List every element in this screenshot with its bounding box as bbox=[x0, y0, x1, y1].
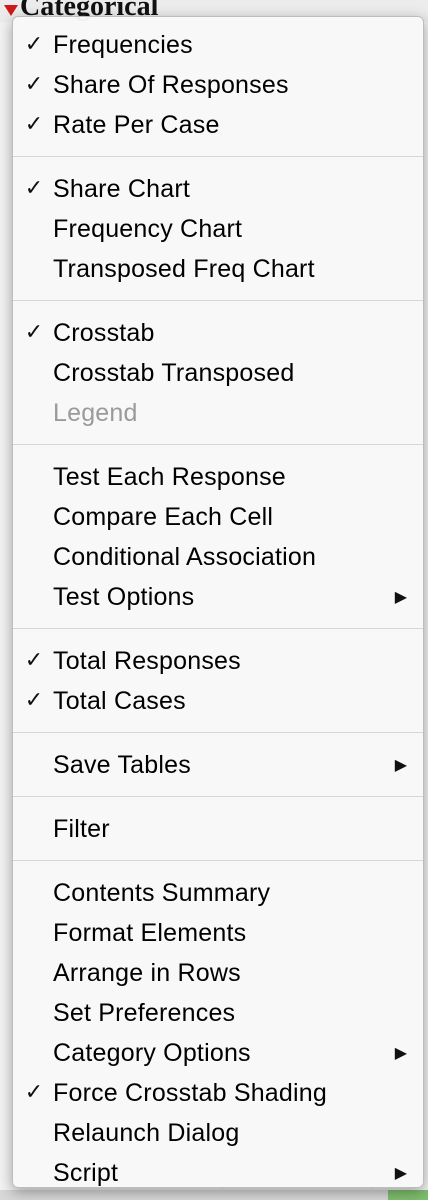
menu-item-contents-summary[interactable]: Contents Summary bbox=[13, 873, 423, 913]
menu-item-label: Filter bbox=[53, 815, 110, 843]
checkmark-icon: ✓ bbox=[24, 32, 44, 57]
menu-separator bbox=[13, 145, 423, 169]
context-menu: ✓ Frequencies ✓ Share Of Responses ✓ Rate Per… bbox=[12, 16, 424, 1188]
submenu-arrow-icon: ▶ bbox=[394, 587, 407, 606]
menu-item-script[interactable]: Script ▶ bbox=[13, 1153, 423, 1193]
menu-item-legend: Legend bbox=[13, 393, 423, 433]
menu-item-set-preferences[interactable]: Set Preferences bbox=[13, 993, 423, 1033]
menu-item-label: Rate Per Case bbox=[53, 111, 220, 139]
menu-separator bbox=[13, 433, 423, 457]
menu-item-compare-each-cell[interactable]: Compare Each Cell bbox=[13, 497, 423, 537]
menu-item-label: Category Options bbox=[53, 1039, 251, 1067]
menu-item-label: Set Preferences bbox=[53, 999, 236, 1027]
menu-item-frequencies[interactable]: ✓ Frequencies bbox=[13, 25, 423, 65]
menu-item-share-of-responses[interactable]: ✓ Share Of Responses bbox=[13, 65, 423, 105]
menu-separator bbox=[13, 849, 423, 873]
checkmark-icon: ✓ bbox=[24, 176, 44, 201]
menu-item-label: Save Tables bbox=[53, 751, 191, 779]
menu-item-test-each-response[interactable]: Test Each Response bbox=[13, 457, 423, 497]
menu-item-transposed-freq-chart[interactable]: Transposed Freq Chart bbox=[13, 249, 423, 289]
menu-item-label: Share Of Responses bbox=[53, 71, 289, 99]
menu-item-label: Crosstab Transposed bbox=[53, 359, 295, 387]
menu-item-total-cases[interactable]: ✓ Total Cases bbox=[13, 681, 423, 721]
menu-item-share-chart[interactable]: ✓ Share Chart bbox=[13, 169, 423, 209]
menu-separator bbox=[13, 721, 423, 745]
checkmark-icon: ✓ bbox=[24, 1080, 44, 1105]
menu-separator bbox=[13, 289, 423, 313]
menu-item-label: Total Cases bbox=[53, 687, 186, 715]
menu-item-label: Conditional Association bbox=[53, 543, 317, 571]
menu-item-label: Test Options bbox=[53, 583, 195, 611]
menu-item-label: Format Elements bbox=[53, 919, 247, 947]
menu-item-label: Contents Summary bbox=[53, 879, 271, 907]
menu-item-crosstab[interactable]: ✓ Crosstab bbox=[13, 313, 423, 353]
checkmark-icon: ✓ bbox=[24, 320, 44, 345]
menu-separator bbox=[13, 785, 423, 809]
submenu-arrow-icon: ▶ bbox=[394, 755, 407, 774]
menu-item-rate-per-case[interactable]: ✓ Rate Per Case bbox=[13, 105, 423, 145]
menu-item-test-options[interactable]: Test Options ▶ bbox=[13, 577, 423, 617]
menu-item-arrange-in-rows[interactable]: Arrange in Rows bbox=[13, 953, 423, 993]
menu-item-label: Arrange in Rows bbox=[53, 959, 241, 987]
menu-item-crosstab-transposed[interactable]: Crosstab Transposed bbox=[13, 353, 423, 393]
menu-item-label: Crosstab bbox=[53, 319, 155, 347]
menu-item-frequency-chart[interactable]: Frequency Chart bbox=[13, 209, 423, 249]
submenu-arrow-icon: ▶ bbox=[394, 1163, 407, 1182]
menu-item-label: Legend bbox=[53, 399, 138, 427]
menu-item-label: Compare Each Cell bbox=[53, 503, 274, 531]
menu-item-label: Transposed Freq Chart bbox=[53, 255, 315, 283]
menu-item-label: Frequency Chart bbox=[53, 215, 243, 243]
menu-item-total-responses[interactable]: ✓ Total Responses bbox=[13, 641, 423, 681]
disclosure-triangle-icon[interactable] bbox=[4, 5, 18, 16]
checkmark-icon: ✓ bbox=[24, 72, 44, 97]
menu-item-relaunch-dialog[interactable]: Relaunch Dialog bbox=[13, 1113, 423, 1153]
menu-item-label: Total Responses bbox=[53, 647, 241, 675]
menu-item-filter[interactable]: Filter bbox=[13, 809, 423, 849]
menu-item-force-crosstab-shading[interactable]: ✓ Force Crosstab Shading bbox=[13, 1073, 423, 1113]
submenu-arrow-icon: ▶ bbox=[394, 1043, 407, 1062]
menu-item-format-elements[interactable]: Format Elements bbox=[13, 913, 423, 953]
menu-item-label: Share Chart bbox=[53, 175, 190, 203]
menu-item-label: Script bbox=[53, 1159, 119, 1187]
menu-separator bbox=[13, 617, 423, 641]
checkmark-icon: ✓ bbox=[24, 648, 44, 673]
menu-item-label: Frequencies bbox=[53, 31, 193, 59]
checkmark-icon: ✓ bbox=[24, 688, 44, 713]
menu-item-save-tables[interactable]: Save Tables ▶ bbox=[13, 745, 423, 785]
menu-item-label: Test Each Response bbox=[53, 463, 286, 491]
menu-item-category-options[interactable]: Category Options ▶ bbox=[13, 1033, 423, 1073]
checkmark-icon: ✓ bbox=[24, 112, 44, 137]
menu-item-label: Force Crosstab Shading bbox=[53, 1079, 327, 1107]
menu-item-conditional-association[interactable]: Conditional Association bbox=[13, 537, 423, 577]
menu-item-label: Relaunch Dialog bbox=[53, 1119, 240, 1147]
